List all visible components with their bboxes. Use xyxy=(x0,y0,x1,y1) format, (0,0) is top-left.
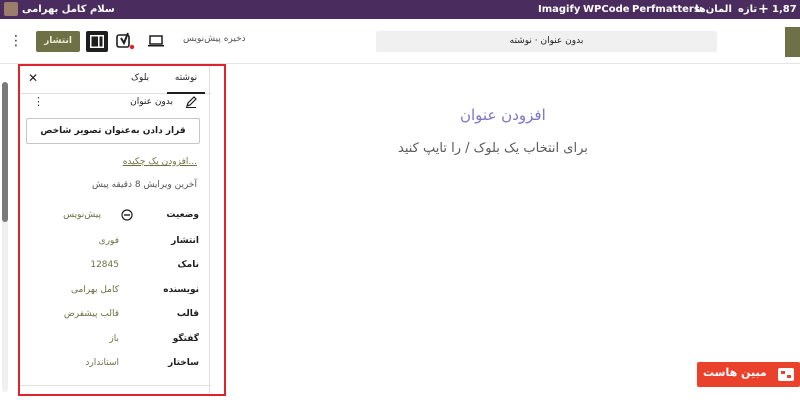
tab-post[interactable]: نوشته xyxy=(167,64,205,94)
watermark-text: مبین هاست xyxy=(703,366,767,379)
meta-label: نامک xyxy=(177,260,199,270)
admin-item-elementor[interactable]: المان‌ها xyxy=(695,0,732,19)
admin-item-perfmatters[interactable]: Perfmatters xyxy=(632,0,700,19)
wordpress-logo-button[interactable] xyxy=(785,27,800,57)
meta-label: انتشار xyxy=(171,236,199,246)
scrollbar-thumb[interactable] xyxy=(2,82,8,222)
draft-status-icon xyxy=(121,209,133,221)
meta-row-author: نویسنده کامل بهرامی xyxy=(19,283,211,299)
tab-block[interactable]: بلوک xyxy=(131,64,149,94)
meta-label: قالب xyxy=(176,309,199,319)
sidebar-tabs: ✕ بلوک نوشته xyxy=(19,64,211,94)
close-icon[interactable]: ✕ xyxy=(27,71,39,85)
save-draft-button[interactable]: ذخیره پیش‌نویس xyxy=(183,34,246,44)
watermark-logo: مبین هاست xyxy=(697,362,800,387)
edit-pencil-icon xyxy=(186,96,197,108)
meta-value-publish[interactable]: فوری xyxy=(99,236,119,246)
block-appender[interactable]: برای انتخاب یک بلوک / را تایپ کنید xyxy=(398,141,588,156)
title-input[interactable]: افزودن عنوان xyxy=(460,106,546,124)
add-excerpt-link[interactable]: افزودن یک چکیده... xyxy=(123,157,197,167)
admin-item-imagify[interactable]: Imagify xyxy=(538,0,580,19)
meta-value-slug[interactable]: 12845 xyxy=(90,260,119,270)
meta-value-format[interactable]: استاندارد xyxy=(85,358,119,368)
options-menu-icon[interactable]: ⋮ xyxy=(9,33,23,49)
meta-row-discussion: گفتگو باز xyxy=(19,332,211,348)
post-summary-row: ⋮ بدون عنوان xyxy=(19,94,211,114)
plus-icon[interactable]: + xyxy=(758,0,769,19)
post-title: بدون عنوان xyxy=(130,97,173,107)
admin-greeting[interactable]: سلام کامل بهرامی xyxy=(22,0,115,19)
publish-button[interactable]: انتشار xyxy=(36,31,80,52)
set-featured-image-button[interactable]: قرار دادن به‌عنوان تصویر شاخص xyxy=(26,118,200,144)
last-edited-text: آخرین ویرایش 8 دقیقه پیش xyxy=(92,180,197,190)
settings-sidebar-toggle-button[interactable] xyxy=(86,31,108,52)
document-title-bar[interactable]: بدون عنوان · نوشته xyxy=(376,31,717,52)
meta-label: نویسنده xyxy=(163,285,199,295)
editor-toolbar: ⋮ انتشار ذخیره پیش‌نویس بدون عنوان · نوش… xyxy=(0,19,800,64)
meta-value-discussion[interactable]: باز xyxy=(109,334,119,344)
admin-item-wpcode[interactable]: WPCode xyxy=(583,0,630,19)
settings-sidebar: ✕ بلوک نوشته ⋮ بدون عنوان قرار دادن به‌ع… xyxy=(18,64,211,395)
meta-label: وضعیت xyxy=(166,210,199,220)
meta-value-author[interactable]: کامل بهرامی xyxy=(71,285,119,295)
meta-row-publish: انتشار فوری xyxy=(19,234,211,250)
meta-value-template[interactable]: قالب پیشفرض xyxy=(64,309,119,319)
meta-label: گفتگو xyxy=(172,334,199,344)
meta-label: ساختار xyxy=(168,358,199,368)
admin-bar: سلام کامل بهرامی Imagify WPCode Perfmatt… xyxy=(0,0,800,19)
more-options-icon[interactable]: ⋮ xyxy=(33,95,44,108)
meta-row-template: قالب قالب پیشفرض xyxy=(19,307,211,323)
yoast-seo-icon[interactable] xyxy=(116,32,136,50)
meta-row-slug: نامک 12845 xyxy=(19,258,211,274)
meta-value-status[interactable]: پیش‌نویس xyxy=(63,210,101,220)
server-icon xyxy=(778,368,794,381)
user-avatar[interactable] xyxy=(4,2,18,16)
meta-row-status: وضعیت پیش‌نویس xyxy=(19,208,211,224)
divider xyxy=(19,385,211,386)
admin-item-new[interactable]: تازه xyxy=(738,0,757,19)
admin-count[interactable]: 1,87 xyxy=(772,0,797,19)
desktop-preview-icon[interactable] xyxy=(148,33,164,49)
meta-row-format: ساختار استاندارد xyxy=(19,356,211,372)
sidebar-layout-icon xyxy=(90,35,104,48)
